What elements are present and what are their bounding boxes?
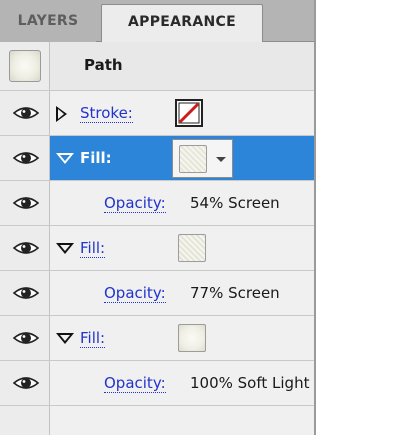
fill-label[interactable]: Fill: bbox=[80, 149, 112, 167]
disclosure-triangle-icon[interactable] bbox=[56, 106, 67, 122]
opacity-row-2[interactable]: Opacity: 77% Screen bbox=[0, 271, 314, 316]
eye-icon[interactable] bbox=[13, 240, 39, 256]
tab-appearance[interactable]: APPEARANCE bbox=[101, 4, 263, 42]
fill-row-2[interactable]: Fill: bbox=[0, 226, 314, 271]
fill-row-1[interactable]: Fill: bbox=[0, 136, 314, 181]
eye-icon[interactable] bbox=[13, 330, 39, 346]
object-type-label: Path bbox=[84, 56, 123, 74]
disclosure-triangle-icon[interactable] bbox=[56, 243, 74, 254]
visibility-gutter bbox=[0, 136, 50, 180]
visibility-gutter bbox=[0, 181, 50, 225]
eye-icon[interactable] bbox=[13, 105, 39, 121]
object-header-row[interactable]: Path bbox=[0, 42, 314, 91]
visibility-gutter bbox=[0, 316, 50, 360]
opacity-row-3[interactable]: Opacity: 100% Soft Light bbox=[0, 361, 314, 406]
eye-icon[interactable] bbox=[13, 150, 39, 166]
stroke-label[interactable]: Stroke: bbox=[80, 104, 133, 123]
empty-row bbox=[0, 406, 314, 435]
eye-icon[interactable] bbox=[13, 285, 39, 301]
opacity-link[interactable]: Opacity: bbox=[104, 284, 166, 303]
appearance-panel: LAYERS APPEARANCE Path Stroke: Fill: Opa… bbox=[0, 0, 316, 435]
fill-swatch[interactable] bbox=[178, 234, 206, 262]
visibility-gutter bbox=[0, 361, 50, 405]
opacity-value: 77% Screen bbox=[190, 284, 280, 302]
opacity-value: 54% Screen bbox=[190, 194, 280, 212]
object-thumbnail bbox=[9, 50, 41, 82]
fill-swatch[interactable] bbox=[178, 324, 206, 352]
eye-icon[interactable] bbox=[13, 195, 39, 211]
fill-label[interactable]: Fill: bbox=[80, 329, 106, 348]
tab-layers[interactable]: LAYERS bbox=[0, 4, 96, 42]
visibility-gutter bbox=[0, 91, 50, 135]
disclosure-triangle-icon[interactable] bbox=[56, 333, 74, 344]
fill-swatch-dropdown[interactable] bbox=[172, 139, 233, 178]
opacity-link[interactable]: Opacity: bbox=[104, 374, 166, 393]
none-swatch-icon[interactable] bbox=[175, 99, 203, 127]
fill-label[interactable]: Fill: bbox=[80, 239, 106, 258]
opacity-row-1[interactable]: Opacity: 54% Screen bbox=[0, 181, 314, 226]
opacity-link[interactable]: Opacity: bbox=[104, 194, 166, 213]
thumbnail-gutter bbox=[0, 42, 50, 90]
opacity-value: 100% Soft Light bbox=[190, 374, 310, 392]
disclosure-triangle-icon[interactable] bbox=[56, 153, 74, 164]
eye-icon[interactable] bbox=[13, 375, 39, 391]
fill-swatch bbox=[179, 145, 207, 173]
dropdown-arrow-icon bbox=[216, 157, 226, 162]
visibility-gutter bbox=[0, 271, 50, 315]
visibility-gutter bbox=[0, 226, 50, 270]
visibility-gutter bbox=[0, 406, 50, 435]
fill-row-3[interactable]: Fill: bbox=[0, 316, 314, 361]
stroke-row[interactable]: Stroke: bbox=[0, 91, 314, 136]
panel-tab-bar: LAYERS APPEARANCE bbox=[0, 0, 314, 42]
